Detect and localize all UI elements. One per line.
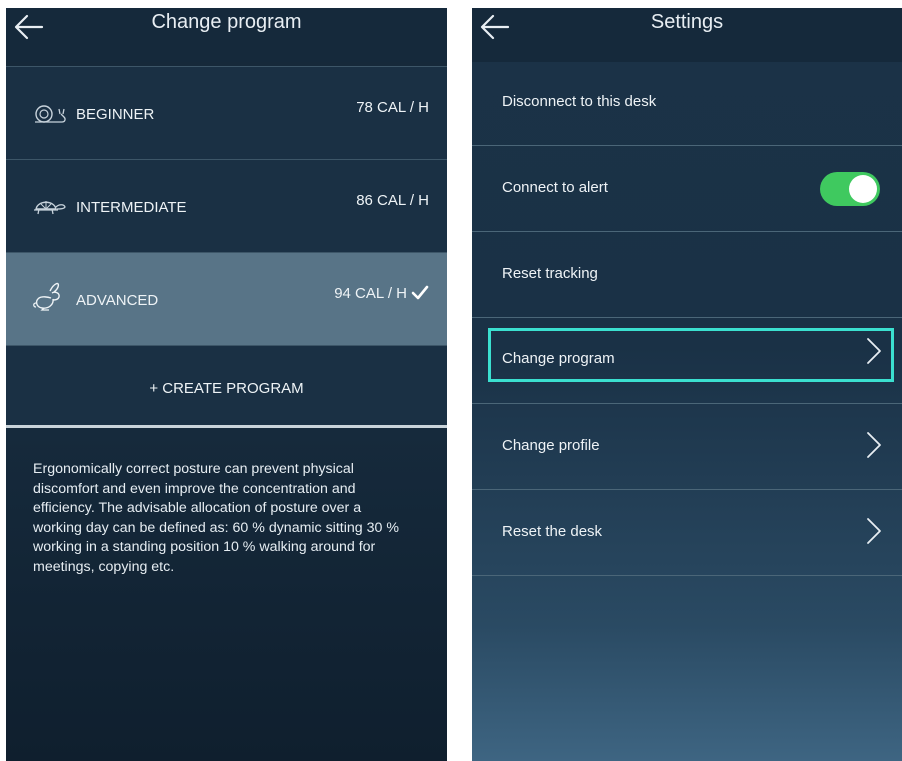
- settings-item-label: Change profile: [502, 437, 600, 454]
- program-name: ADVANCED: [76, 292, 159, 309]
- settings-item-change-profile[interactable]: Change profile: [472, 404, 902, 490]
- create-program-label: + CREATE PROGRAM: [149, 380, 304, 397]
- settings-item-label: Disconnect to this desk: [502, 93, 657, 110]
- settings-screen: Settings Disconnect to this desk Connect…: [472, 8, 902, 761]
- settings-item-reset-tracking[interactable]: Reset tracking: [472, 232, 902, 318]
- program-advanced[interactable]: ADVANCED 94 CAL / H: [6, 252, 447, 345]
- toggle-knob: [849, 175, 877, 203]
- create-program-button[interactable]: + CREATE PROGRAM: [6, 345, 447, 432]
- settings-item-label: Change program: [502, 350, 615, 367]
- checkmark-icon: [411, 285, 429, 300]
- settings-item-label: Connect to alert: [502, 179, 608, 196]
- program-calories: 86 CAL / H: [356, 192, 429, 209]
- program-name: INTERMEDIATE: [76, 199, 187, 216]
- chevron-right-icon: [867, 432, 881, 458]
- page-title: Change program: [151, 11, 302, 33]
- header: Settings: [472, 8, 902, 62]
- settings-item-connect-alert[interactable]: Connect to alert: [472, 146, 902, 232]
- change-program-screen: Change program BEGINNER 78 CAL / H INTER…: [6, 8, 447, 761]
- header: Change program: [6, 8, 447, 62]
- program-calories: 78 CAL / H: [356, 99, 429, 116]
- snail-icon: [35, 105, 66, 123]
- rabbit-icon: [33, 282, 60, 311]
- program-beginner[interactable]: BEGINNER 78 CAL / H: [6, 66, 447, 159]
- program-calories: 94 CAL / H: [334, 285, 407, 302]
- settings-item-change-program[interactable]: Change program: [472, 318, 902, 404]
- settings-item-label: Reset tracking: [502, 265, 598, 282]
- program-name: BEGINNER: [76, 106, 155, 123]
- settings-item-label: Reset the desk: [502, 523, 603, 540]
- description-panel: Ergonomically correct posture can preven…: [6, 428, 447, 761]
- alert-toggle[interactable]: [820, 172, 880, 206]
- chevron-right-icon: [867, 518, 881, 544]
- chevron-right-icon: [867, 338, 881, 364]
- page-title: Settings: [650, 11, 724, 33]
- program-description: Ergonomically correct posture can preven…: [33, 461, 399, 575]
- settings-item-disconnect[interactable]: Disconnect to this desk: [472, 60, 902, 146]
- program-intermediate[interactable]: INTERMEDIATE 86 CAL / H: [6, 159, 447, 252]
- program-list: BEGINNER 78 CAL / H INTERMEDIATE 86 CAL …: [6, 66, 447, 432]
- settings-item-reset-desk[interactable]: Reset the desk: [472, 490, 902, 576]
- settings-list: Disconnect to this desk Connect to alert…: [472, 60, 902, 576]
- turtle-icon: [34, 201, 66, 215]
